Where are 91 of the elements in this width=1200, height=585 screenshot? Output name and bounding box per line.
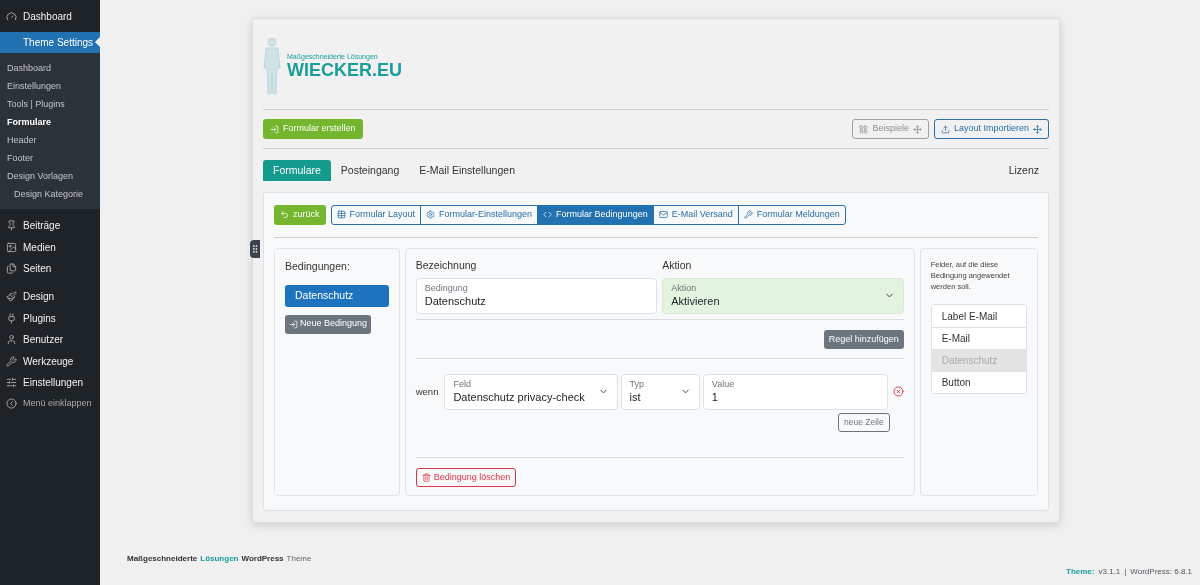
menu-icon bbox=[6, 262, 17, 274]
step-tab[interactable]: Formular Meldungen bbox=[737, 204, 846, 225]
step-icon bbox=[743, 210, 753, 219]
step-icon bbox=[426, 210, 436, 219]
menu-icon bbox=[6, 334, 17, 346]
field-value: Datenschutz privacy-check bbox=[453, 389, 586, 405]
field-value: Aktivieren bbox=[671, 293, 721, 309]
menu-item[interactable]: Werkzeuge bbox=[0, 350, 100, 372]
menu-item[interactable]: Dashboard bbox=[0, 0, 100, 32]
move-icon bbox=[1033, 124, 1042, 134]
collapse-icon bbox=[6, 398, 17, 410]
grid-icon bbox=[859, 124, 869, 134]
step-tab[interactable]: E-Mail Versand bbox=[652, 204, 739, 225]
standing-figure-icon bbox=[263, 37, 281, 95]
login-icon bbox=[289, 319, 298, 329]
delete-condition-button[interactable]: Bedingung löschen bbox=[415, 467, 517, 487]
menu-icon bbox=[6, 355, 17, 367]
toolbar-button[interactable]: Layout Importieren bbox=[933, 119, 1049, 139]
collapse-menu-button[interactable]: Menü einklappen bbox=[0, 393, 100, 415]
move-icon bbox=[912, 124, 922, 134]
field-label: Bedingung bbox=[424, 282, 469, 294]
menu-item[interactable]: Einstellungen bbox=[0, 371, 100, 394]
target-item[interactable]: E-Mail bbox=[931, 327, 1026, 349]
add-rule-button[interactable]: Regel hinzufügen bbox=[823, 329, 904, 349]
menu-item[interactable]: Beiträge bbox=[0, 215, 100, 237]
step-icon bbox=[658, 210, 668, 219]
submenu-item[interactable]: Dashboard bbox=[0, 59, 100, 77]
credit-word: Lösungen bbox=[200, 553, 239, 565]
menu-item[interactable]: Benutzer bbox=[0, 328, 100, 351]
back-icon bbox=[280, 210, 289, 219]
menu-item[interactable]: Design bbox=[0, 286, 100, 308]
step-icon bbox=[336, 210, 346, 219]
credit-word: WordPress bbox=[241, 553, 284, 565]
action-heading: Aktion bbox=[662, 258, 693, 273]
field-select[interactable]: Feld Datenschutz privacy-check bbox=[444, 373, 618, 410]
rule-prefix: wenn bbox=[415, 384, 440, 399]
tab[interactable]: Lizenz bbox=[998, 160, 1049, 181]
menu-item[interactable]: Seiten bbox=[0, 257, 100, 280]
theme-version: v3.1.1 bbox=[1098, 566, 1121, 578]
step-icon bbox=[543, 210, 553, 219]
step-tab[interactable]: Formular-Einstellungen bbox=[420, 204, 539, 225]
credit-word: Theme bbox=[286, 553, 312, 565]
new-row-button[interactable]: neue Zeile bbox=[838, 412, 890, 432]
menu-item[interactable]: Medien bbox=[0, 236, 100, 258]
submenu-item[interactable]: Header bbox=[0, 131, 100, 149]
submenu-item[interactable]: Formulare bbox=[0, 113, 100, 131]
logo-name: WIECKER.EU bbox=[287, 61, 402, 79]
type-select[interactable]: Typ ist bbox=[620, 373, 700, 410]
field-value: 1 bbox=[711, 389, 719, 405]
action-select[interactable]: Aktion Aktivieren bbox=[662, 277, 904, 314]
condition-name-field[interactable]: Bedingung Datenschutz bbox=[415, 277, 658, 314]
separator: | bbox=[1124, 566, 1127, 578]
field-label: Aktion bbox=[671, 282, 698, 294]
handle-icon[interactable] bbox=[250, 240, 260, 258]
name-heading: Bezeichnung bbox=[415, 258, 478, 273]
field-value: ist bbox=[629, 389, 642, 405]
login-icon bbox=[270, 124, 279, 134]
menu-icon bbox=[6, 241, 17, 253]
upload-icon bbox=[940, 124, 950, 134]
target-item[interactable]: Label E-Mail bbox=[931, 305, 1026, 327]
conditions-heading: Bedingungen: bbox=[285, 259, 351, 274]
tab[interactable]: E-Mail Einstellungen bbox=[409, 160, 525, 181]
dashboard-icon bbox=[6, 10, 17, 22]
menu-icon bbox=[6, 220, 17, 232]
theme-label: Theme: bbox=[1066, 566, 1095, 578]
condition-item[interactable]: Datenschutz bbox=[285, 284, 389, 307]
current-marker-icon bbox=[95, 37, 100, 47]
menu-item[interactable]: Theme Settings bbox=[0, 32, 100, 53]
credit-word: Maßgeschneiderte bbox=[127, 553, 198, 565]
step-tab[interactable]: Formular Layout bbox=[330, 204, 422, 225]
submenu-item[interactable]: Footer bbox=[0, 149, 100, 167]
submenu-item[interactable]: Einstellungen bbox=[0, 77, 100, 95]
new-condition-button[interactable]: Neue Bedingung bbox=[285, 314, 372, 334]
value-field[interactable]: Value 1 bbox=[702, 373, 888, 410]
menu-icon bbox=[6, 376, 17, 388]
menu-item[interactable]: Plugins bbox=[0, 307, 100, 329]
submenu-item[interactable]: Tools | Plugins bbox=[0, 95, 100, 113]
step-tab[interactable]: Formular Bedingungen bbox=[537, 204, 654, 225]
submenu-item[interactable]: Design Vorlagen bbox=[0, 167, 100, 185]
field-label: Feld bbox=[453, 378, 472, 390]
field-label: Typ bbox=[629, 378, 646, 390]
target-item[interactable]: Button bbox=[931, 371, 1026, 393]
field-value: Datenschutz bbox=[424, 293, 487, 309]
submenu-item[interactable]: Design Kategorie bbox=[0, 185, 100, 203]
menu-icon bbox=[6, 291, 17, 303]
wordpress-version: WordPress: 6.8.1 bbox=[1130, 566, 1192, 578]
tab[interactable]: Posteingang bbox=[330, 160, 410, 181]
remove-icon[interactable] bbox=[892, 386, 904, 398]
trash-icon bbox=[421, 472, 431, 482]
field-label: Value bbox=[711, 378, 736, 390]
menu-icon bbox=[6, 312, 17, 324]
